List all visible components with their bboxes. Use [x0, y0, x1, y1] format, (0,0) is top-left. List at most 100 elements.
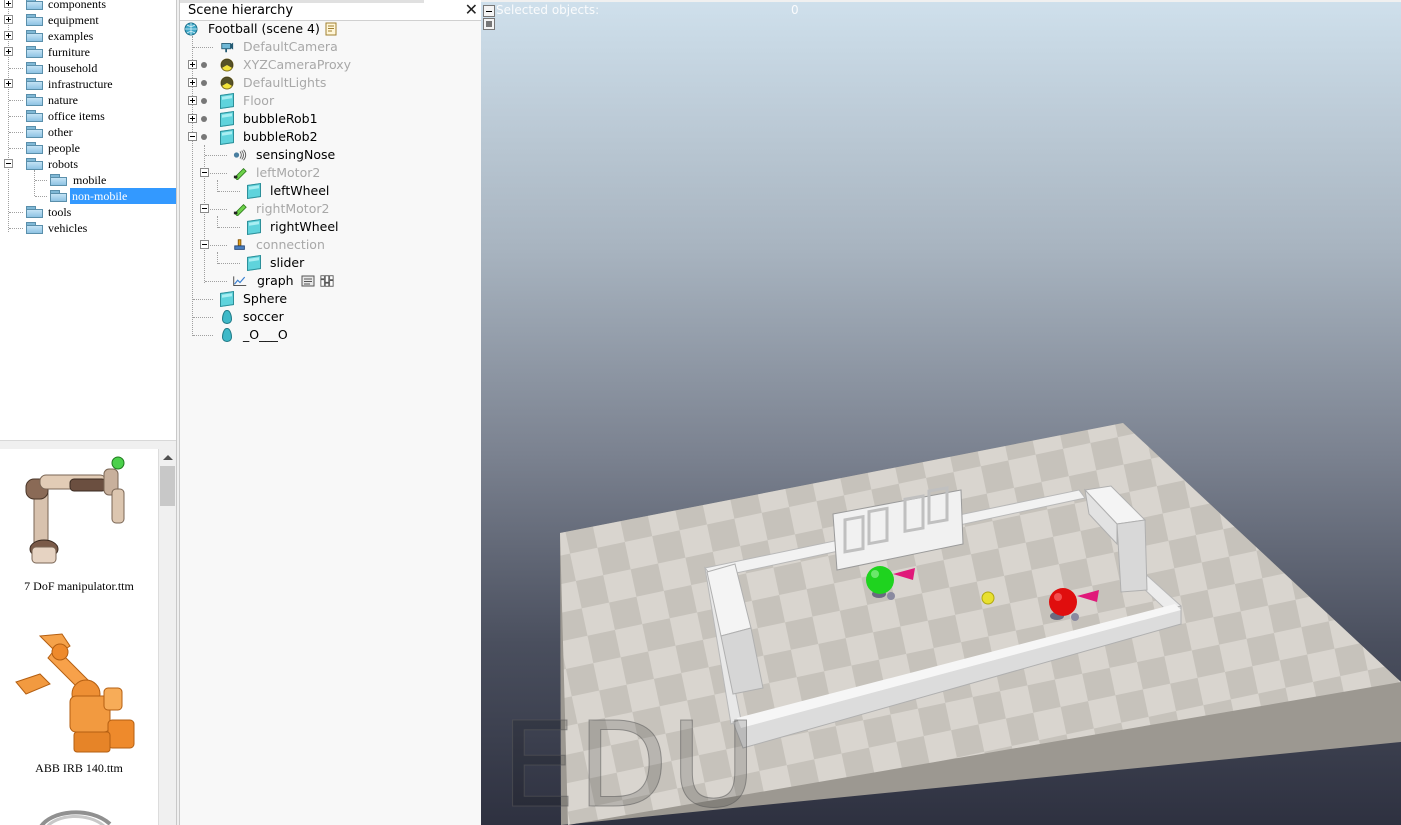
scene-item-soccer[interactable]: soccer: [180, 308, 480, 326]
thumbnails-scrollbar[interactable]: [158, 449, 176, 825]
scene-item-label: _O___O: [243, 327, 288, 342]
tree-connector: [9, 148, 23, 149]
scene-item-xyzcameraproxy[interactable]: XYZCameraProxy: [180, 56, 480, 74]
tree-connector: [210, 209, 227, 210]
folder-item-furniture[interactable]: furniture: [0, 44, 176, 60]
folder-item-robots[interactable]: robots: [0, 156, 176, 172]
dummy-icon: [222, 310, 232, 324]
expand-icon[interactable]: [4, 31, 13, 40]
folder-icon: [50, 174, 68, 186]
collapse-icon[interactable]: [200, 240, 209, 249]
folder-item-vehicles[interactable]: vehicles: [0, 220, 176, 236]
expand-icon[interactable]: [4, 15, 13, 24]
script-icon[interactable]: [324, 22, 338, 36]
folder-item-components[interactable]: components: [0, 0, 176, 12]
tree-connector: [205, 155, 227, 156]
tree-connector: [9, 212, 23, 213]
collapse-icon[interactable]: [200, 168, 209, 177]
folder-item-tools[interactable]: tools: [0, 204, 176, 220]
scene-item-sphere[interactable]: Sphere: [180, 290, 480, 308]
scene-root-label: Football (scene 4): [208, 21, 320, 36]
scene-item-bubblerob1[interactable]: bubbleRob1: [180, 110, 480, 128]
thumbnail-label: ABB IRB 140.ttm: [35, 761, 123, 775]
model-browser: components equipment examples furniture …: [0, 0, 177, 825]
folder-icon: [26, 142, 44, 154]
close-icon[interactable]: ✕: [465, 1, 478, 19]
tree-connector: [210, 173, 227, 174]
folder-icon: [26, 30, 44, 42]
script-icon[interactable]: [301, 274, 315, 288]
scene-item-label: bubbleRob2: [243, 129, 318, 144]
folder-icon: [26, 78, 44, 90]
shape-icon: [220, 129, 234, 145]
scene-item-rightwheel[interactable]: rightWheel: [180, 218, 480, 236]
expand-icon[interactable]: [4, 79, 13, 88]
folder-item-office-items[interactable]: office items: [0, 108, 176, 124]
folder-label: tools: [48, 205, 72, 219]
expand-icon[interactable]: [188, 96, 197, 105]
thumbnail-partial-image[interactable]: [30, 804, 120, 825]
thumbnail-label: 7 DoF manipulator.ttm: [24, 579, 134, 593]
joint-icon: [233, 168, 247, 180]
shape-icon: [247, 219, 261, 235]
scene-item-bubblerob2[interactable]: bubbleRob2: [180, 128, 480, 146]
dummy-icon: [222, 328, 232, 342]
scrollbar-thumb[interactable]: [160, 466, 175, 506]
folder-label: examples: [48, 29, 94, 43]
collapse-icon[interactable]: [188, 132, 197, 141]
folder-label: people: [48, 141, 80, 155]
collapse-icon[interactable]: [200, 204, 209, 213]
scene-item-graph[interactable]: graph: [180, 272, 480, 290]
folder-icon: [26, 222, 44, 234]
proxy-icon: [220, 58, 234, 72]
folder-item-household[interactable]: household: [0, 60, 176, 76]
folder-item-non-mobile[interactable]: non-mobile: [0, 188, 176, 204]
scene-item-label: rightMotor2: [256, 201, 330, 216]
folder-label: non-mobile: [70, 188, 176, 204]
visibility-dot-icon: [201, 98, 207, 104]
shape-icon: [247, 255, 261, 271]
folder-item-other[interactable]: other: [0, 124, 176, 140]
folder-item-people[interactable]: people: [0, 140, 176, 156]
customization-icon[interactable]: [320, 274, 334, 288]
collapse-icon[interactable]: [4, 159, 13, 168]
expand-icon[interactable]: [4, 0, 13, 8]
folder-item-mobile[interactable]: mobile: [0, 172, 176, 188]
scene-item-connection[interactable]: connection: [180, 236, 480, 254]
expand-icon[interactable]: [188, 60, 197, 69]
scene-item-defaultlights[interactable]: DefaultLights: [180, 74, 480, 92]
scene-item-floor[interactable]: Floor: [180, 92, 480, 110]
scene-item-slider[interactable]: slider: [180, 254, 480, 272]
scene-item-defaultcamera[interactable]: DefaultCamera: [180, 38, 480, 56]
scene-item-label: Floor: [243, 93, 275, 108]
thumbnail-abb-irb-140[interactable]: ABB IRB 140.ttm: [0, 624, 158, 784]
expand-icon[interactable]: [188, 114, 197, 123]
robot-red-highlight: [1054, 593, 1062, 601]
scene-hierarchy-title: Scene hierarchy: [188, 3, 294, 18]
folder-label: other: [48, 125, 73, 139]
scene-viewport[interactable]: Selected objects: 0 EDU: [481, 0, 1401, 825]
tree-connector: [9, 132, 23, 133]
folder-item-equipment[interactable]: equipment: [0, 12, 176, 28]
scene-item-label: DefaultCamera: [243, 39, 338, 54]
scene-item-label: slider: [270, 255, 305, 270]
folder-label: furniture: [48, 45, 90, 59]
expand-icon[interactable]: [188, 78, 197, 87]
folder-label: robots: [48, 157, 78, 171]
folder-icon: [26, 206, 44, 218]
scene-item-sensingnose[interactable]: sensingNose: [180, 146, 480, 164]
scene-item-leftmotor2[interactable]: leftMotor2: [180, 164, 480, 182]
scene-root[interactable]: Football (scene 4): [184, 20, 474, 38]
folder-item-examples[interactable]: examples: [0, 28, 176, 44]
world-icon: [184, 22, 198, 36]
scene-item-leftwheel[interactable]: leftWheel: [180, 182, 480, 200]
folder-label: vehicles: [48, 221, 88, 235]
expand-icon[interactable]: [4, 47, 13, 56]
folder-item-infrastructure[interactable]: infrastructure: [0, 76, 176, 92]
scene-item-rightmotor2[interactable]: rightMotor2: [180, 200, 480, 218]
scene-item-o-o[interactable]: _O___O: [180, 326, 480, 344]
thumbnail-7dof-manipulator[interactable]: 7 DoF manipulator.ttm: [0, 449, 158, 609]
scroll-up-arrow-icon[interactable]: [161, 451, 174, 464]
folder-item-nature[interactable]: nature: [0, 92, 176, 108]
tree-connector: [210, 245, 227, 246]
